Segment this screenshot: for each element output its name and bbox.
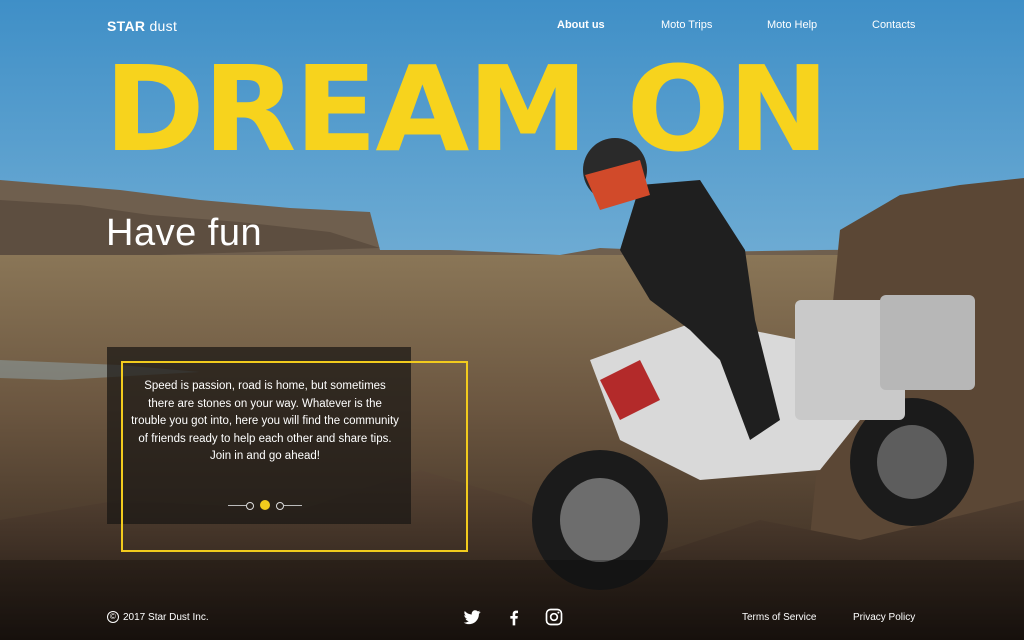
nav-item-about-us[interactable]: About us: [557, 19, 605, 31]
brand-logo[interactable]: STAR dust: [107, 18, 177, 34]
instagram-icon[interactable]: [544, 607, 564, 627]
pagination-line-right: [284, 505, 302, 506]
brand-strong: STAR: [107, 18, 146, 34]
slide-dot-1[interactable]: [246, 502, 254, 510]
nav-item-moto-help[interactable]: Moto Help: [767, 19, 817, 31]
slide-dot-2-active[interactable]: [260, 500, 270, 510]
privacy-policy-link[interactable]: Privacy Policy: [853, 612, 915, 623]
copyright: © 2017 Star Dust Inc.: [107, 611, 209, 623]
copyright-text: 2017 Star Dust Inc.: [123, 611, 209, 623]
nav-item-contacts[interactable]: Contacts: [872, 19, 915, 31]
hero-subheadline: Have fun: [106, 212, 263, 254]
twitter-icon[interactable]: [462, 607, 482, 627]
social-links: [462, 607, 572, 627]
brand-light: dust: [145, 18, 178, 34]
slide-dot-3[interactable]: [276, 502, 284, 510]
copyright-icon: ©: [107, 611, 119, 623]
hero-headline: DREAM ON: [104, 40, 829, 178]
pagination-line-left: [228, 505, 246, 506]
nav-item-moto-trips[interactable]: Moto Trips: [661, 19, 712, 31]
info-card-text: Speed is passion, road is home, but some…: [131, 380, 399, 462]
facebook-icon[interactable]: [504, 607, 524, 627]
slider-pagination: [228, 500, 304, 512]
terms-of-service-link[interactable]: Terms of Service: [742, 612, 816, 623]
